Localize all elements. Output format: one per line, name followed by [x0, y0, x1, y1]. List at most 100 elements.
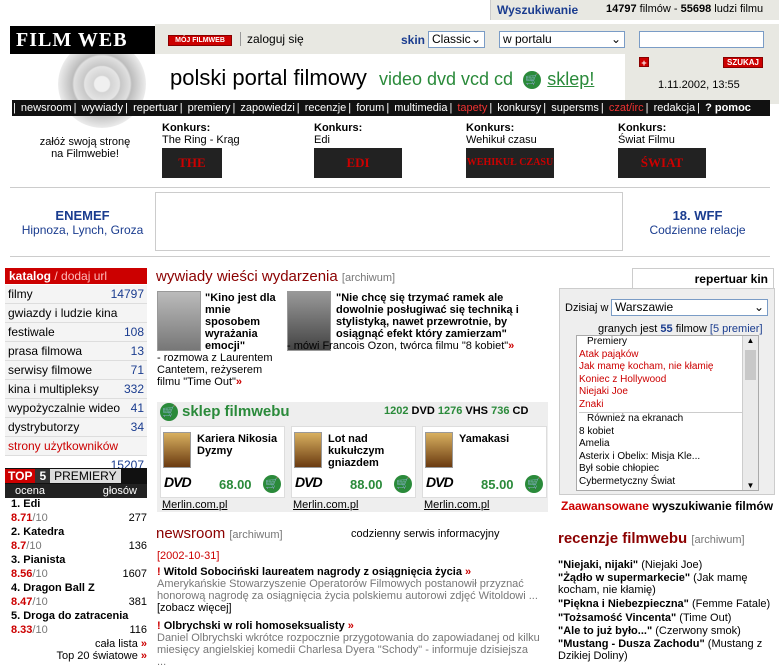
- catalog-row[interactable]: filmy 14797: [5, 285, 147, 304]
- nav-pomoc[interactable]: ? pomoc: [704, 102, 752, 114]
- newsroom-archive-link[interactable]: [archiwum]: [229, 529, 282, 541]
- full-list-link[interactable]: cała lista »: [5, 638, 147, 650]
- nav-multimedia[interactable]: multimedia: [393, 102, 448, 114]
- contest-wehikul[interactable]: Konkurs: Wehikuł czasu WEHIKUŁ CZASU: [466, 122, 554, 178]
- top5-item[interactable]: 3. Pianista 8.56/10 1607: [5, 553, 147, 581]
- login-link[interactable]: zaloguj się: [240, 32, 304, 46]
- skin-select[interactable]: Classic ⌄: [428, 31, 485, 48]
- nav-redakcja[interactable]: redakcja: [653, 102, 697, 114]
- premiere-item[interactable]: Niejaki Joe: [579, 386, 758, 399]
- shop-title[interactable]: sklep filmwebu: [182, 403, 290, 420]
- add-url-link[interactable]: / dodaj url: [54, 269, 107, 283]
- nav-recenzje[interactable]: recenzje: [304, 102, 348, 114]
- cart-icon[interactable]: 🛒: [394, 475, 412, 493]
- wff-promo[interactable]: 18. WFF Codzienne relacje: [625, 208, 770, 237]
- nav-czat[interactable]: czat/irc: [608, 102, 645, 114]
- tab-premiery[interactable]: PREMIERY: [50, 469, 121, 483]
- shop-item[interactable]: Lot nad kukułczym gniazdem DVD 88.00 🛒: [291, 426, 416, 498]
- interview-right-quote[interactable]: "Nie chcę się trzymać ramek ale dowolnie…: [336, 292, 548, 340]
- catalog-row[interactable]: prasa filmowa 13: [5, 342, 147, 361]
- store-link[interactable]: Merlin.com.pl: [424, 499, 489, 511]
- top5-item[interactable]: 5. Droga do zatracenia 8.33/10 116: [5, 609, 147, 637]
- search-input[interactable]: [639, 31, 764, 48]
- premiere-item[interactable]: Koniec z Hollywood: [579, 374, 758, 387]
- dvd-cover[interactable]: [163, 432, 191, 468]
- news-item[interactable]: ! Olbrychski w roli homoseksualisty » Da…: [157, 620, 540, 668]
- catalog-row-label[interactable]: kina i multipleksy: [8, 382, 99, 396]
- listbox-scrollbar[interactable]: ▲ ▼: [742, 336, 758, 490]
- contest-edi[interactable]: Konkurs: Edi EDI: [314, 122, 402, 178]
- filmweb-logo[interactable]: FILM WEB: [10, 26, 155, 54]
- catalog-row[interactable]: festiwale 108: [5, 323, 147, 342]
- catalog-row-label[interactable]: filmy: [8, 287, 33, 301]
- search-tab[interactable]: Wyszukiwanie: [497, 3, 578, 17]
- review-item[interactable]: "Mustang - Dusza Zachodu" (Mustang z Dzi…: [558, 638, 773, 662]
- film-item[interactable]: Amelia: [579, 438, 758, 451]
- scroll-thumb[interactable]: [745, 350, 756, 380]
- dvd-cover[interactable]: [425, 432, 453, 468]
- scroll-down-icon[interactable]: ▼: [743, 481, 758, 490]
- film-item[interactable]: Asterix i Obelix: Misja Kle...: [579, 451, 758, 464]
- review-item[interactable]: "Piękna i Niebezpieczna" (Femme Fatale): [558, 598, 773, 610]
- nav-tapety[interactable]: tapety: [456, 102, 488, 114]
- film-item[interactable]: Był sobie chłopiec: [579, 463, 758, 476]
- catalog-link[interactable]: katalog: [9, 269, 51, 283]
- catalog-row[interactable]: dystrybutorzy 34: [5, 418, 147, 437]
- store-link[interactable]: Merlin.com.pl: [293, 499, 358, 511]
- nav-premiery[interactable]: premiery: [187, 102, 232, 114]
- review-item[interactable]: "Żądło w supermarkecie" (Jak mamę kocham…: [558, 572, 773, 596]
- premiere-item[interactable]: Jak mamę kocham, nie kłamię: [579, 361, 758, 374]
- search-scope-select[interactable]: w portalu ⌄: [499, 31, 625, 48]
- contest-swiat[interactable]: Konkurs: Świat Filmu ŚWIAT: [618, 122, 706, 178]
- catalog-row-label[interactable]: dystrybutorzy: [8, 420, 79, 434]
- repertuar-tab[interactable]: repertuar kin: [632, 268, 774, 288]
- dvd-cover[interactable]: [294, 432, 322, 468]
- nav-repertuar[interactable]: repertuar: [132, 102, 179, 114]
- tab-top-number[interactable]: 5: [35, 469, 51, 483]
- catalog-row[interactable]: strony użytkowników 15207: [5, 437, 147, 472]
- catalog-row-label[interactable]: prasa filmowa: [8, 344, 82, 358]
- catalog-row[interactable]: serwisy filmowe 71: [5, 361, 147, 380]
- news-more-link[interactable]: [zobacz więcej]: [157, 602, 540, 614]
- interviews-archive-link[interactable]: [archiwum]: [342, 272, 395, 284]
- top20-link[interactable]: Top 20 światowe »: [5, 650, 147, 662]
- premiere-item[interactable]: Znaki: [579, 399, 758, 412]
- review-item[interactable]: "Ale to już było..." (Czerwony smok): [558, 625, 773, 637]
- catalog-row-label[interactable]: festiwale: [8, 325, 55, 339]
- top5-item[interactable]: 2. Katedra 8.7/10 136: [5, 525, 147, 553]
- shop-item[interactable]: Yamakasi DVD 85.00 🛒: [422, 426, 547, 498]
- store-link[interactable]: Merlin.com.pl: [162, 499, 227, 511]
- advanced-search-link[interactable]: Zaawansowane wyszukiwanie filmów: [561, 499, 773, 513]
- enemef-promo[interactable]: ENEMEF Hipnoza, Lynch, Groza: [10, 208, 155, 237]
- shop-item[interactable]: Kariera Nikosia Dyzmy DVD 68.00 🛒: [160, 426, 285, 498]
- contest-ring[interactable]: Konkurs:The Ring - Krąg THE RING: [162, 122, 240, 178]
- premiere-item[interactable]: Atak pająków: [579, 349, 758, 362]
- cart-icon[interactable]: 🛒: [525, 475, 543, 493]
- interview-left-quote[interactable]: "Kino jest dla mnie sposobem wyrażania e…: [205, 292, 280, 352]
- nav-konkursy[interactable]: konkursy: [496, 102, 542, 114]
- tab-top[interactable]: TOP: [5, 469, 36, 483]
- review-item[interactable]: "Niejaki, nijaki" (Niejaki Joe): [558, 559, 773, 571]
- shop-link[interactable]: sklep!: [547, 69, 594, 89]
- search-button[interactable]: SZUKAJ: [723, 57, 763, 68]
- nav-supersms[interactable]: supersms: [550, 102, 600, 114]
- films-listbox[interactable]: Premiery Atak pająków Jak mamę kocham, ni…: [576, 335, 759, 491]
- plus-icon[interactable]: +: [639, 57, 649, 68]
- reviews-archive-link[interactable]: [archiwum]: [691, 534, 744, 546]
- my-filmweb-button[interactable]: MÓJ FILMWEB: [168, 35, 232, 46]
- catalog-row[interactable]: gwiazdy i ludzie kina 55698: [5, 304, 147, 339]
- city-select[interactable]: Warszawie ⌄: [611, 299, 768, 316]
- nav-wywiady[interactable]: wywiady: [81, 102, 125, 114]
- scroll-up-icon[interactable]: ▲: [743, 336, 758, 350]
- top5-item[interactable]: 1. Edi 8.71/10 277: [5, 497, 147, 525]
- film-item[interactable]: Cybermetyczny Świat: [579, 476, 758, 489]
- film-item[interactable]: 8 kobiet: [579, 426, 758, 439]
- create-page-link[interactable]: załóż swoją stronę na Filmwebie!: [35, 136, 135, 160]
- cantet-photo[interactable]: [157, 291, 201, 351]
- catalog-row-label[interactable]: wypożyczalnie wideo: [8, 401, 120, 415]
- nav-zapowiedzi[interactable]: zapowiedzi: [239, 102, 295, 114]
- banner-ad[interactable]: [155, 192, 623, 251]
- cart-icon[interactable]: 🛒: [263, 475, 281, 493]
- news-item[interactable]: ! Witold Sobociński laureatem nagrody z …: [157, 566, 540, 614]
- top5-item[interactable]: 4. Dragon Ball Z 8.47/10 381: [5, 581, 147, 609]
